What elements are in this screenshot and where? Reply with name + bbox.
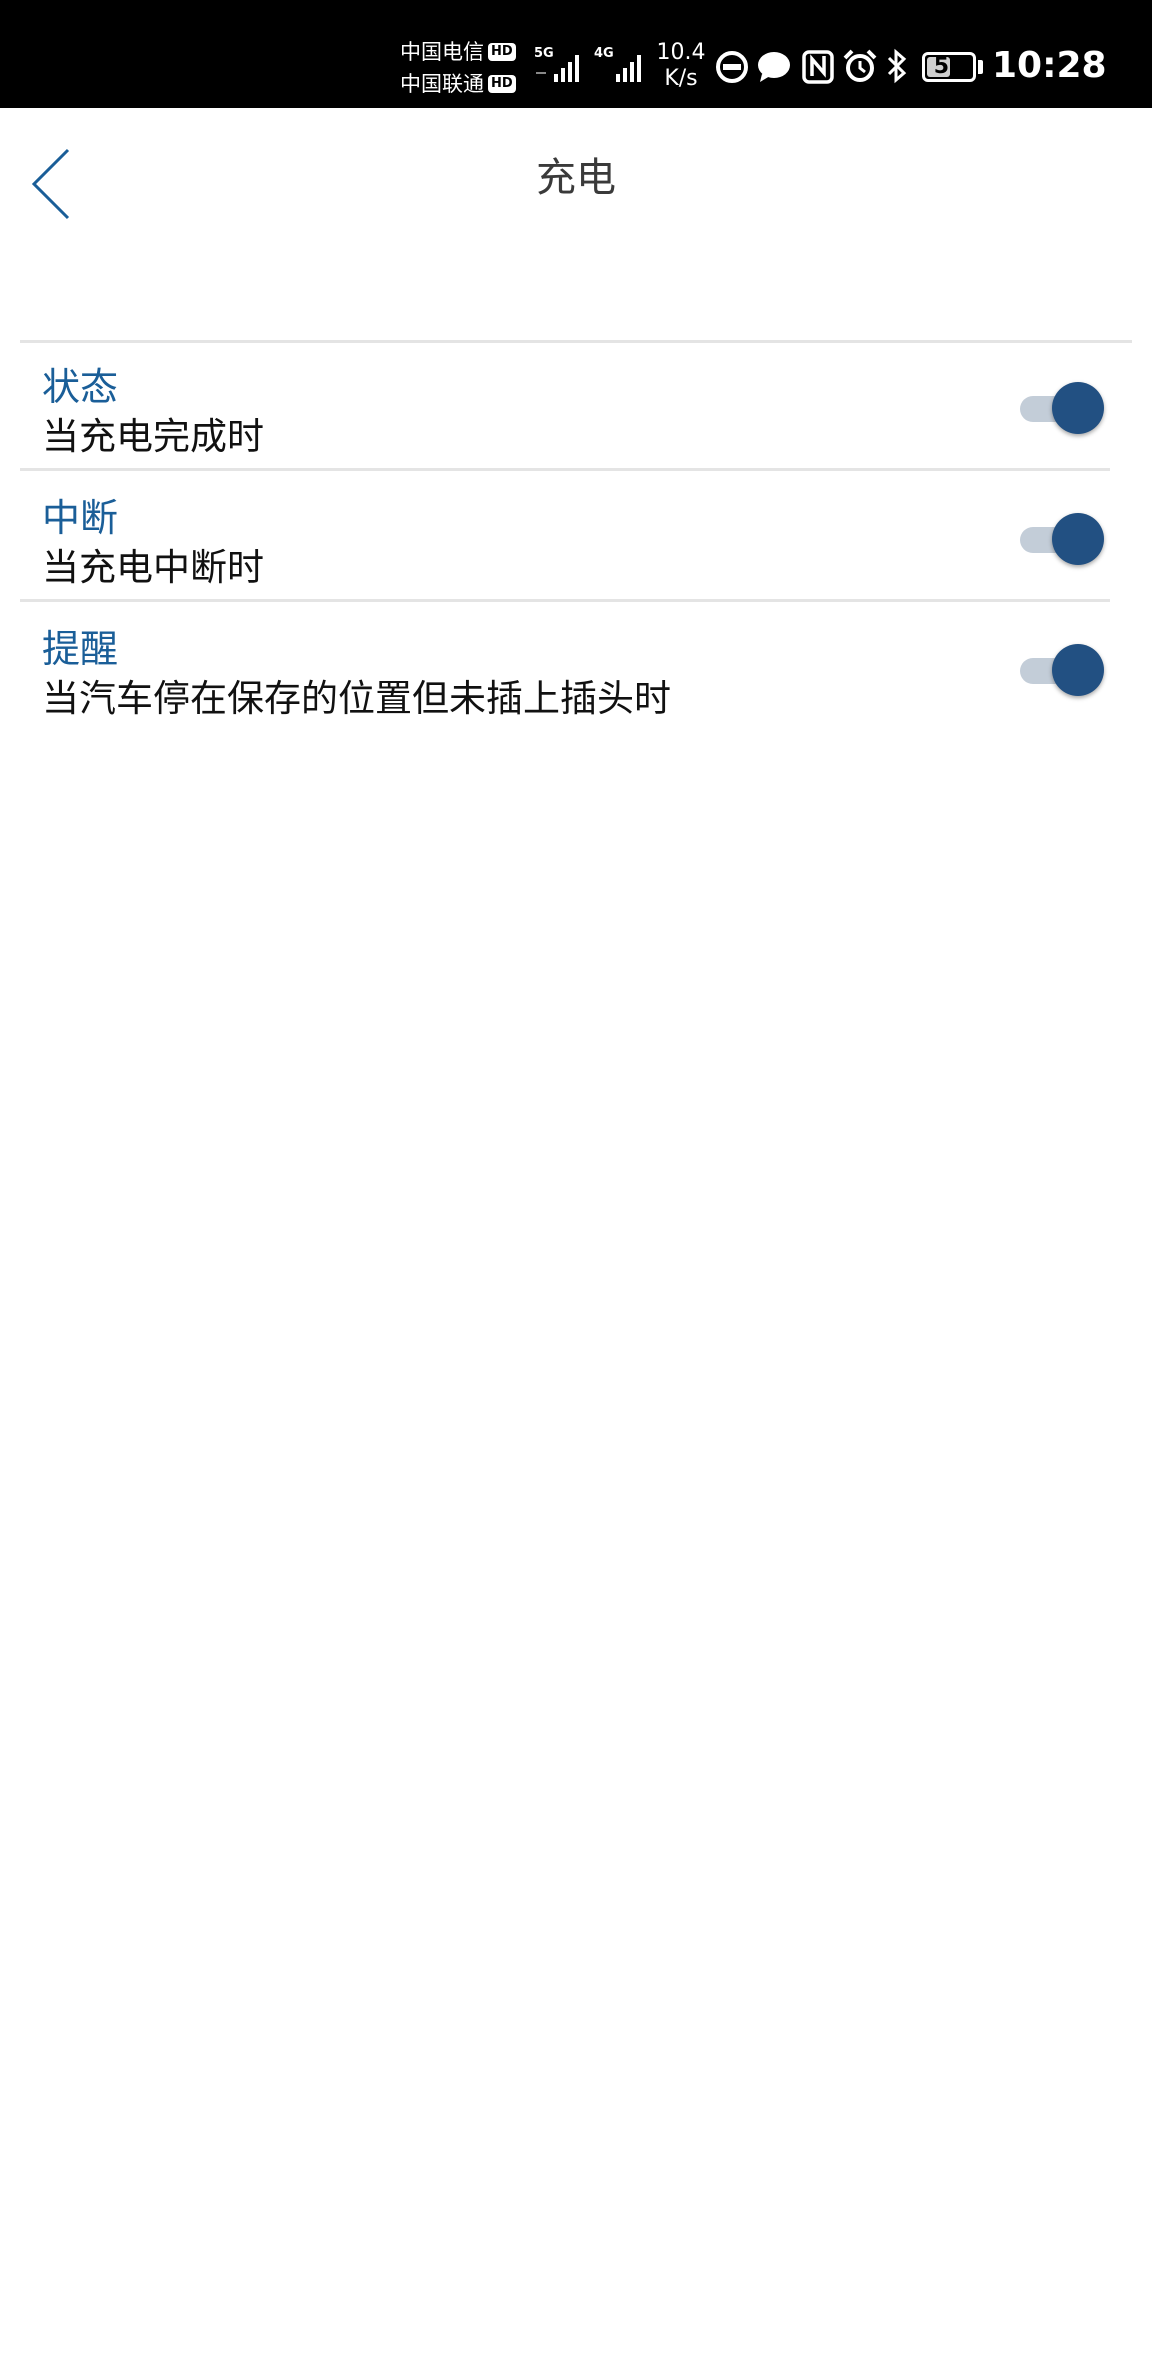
carrier-1: 中国电信 (400, 40, 484, 64)
hd-badge: HD (488, 75, 516, 93)
row-title: 状态 (42, 365, 119, 409)
clock: 10:28 (992, 45, 1107, 86)
hd-badge: HD (488, 43, 516, 61)
row-description: 当充电完成时 (42, 415, 264, 458)
network-type-label: 5G (534, 46, 554, 61)
battery-icon: 52 (922, 52, 976, 82)
alarm-icon (842, 46, 878, 86)
carrier-info: 中国电信 HD 中国联通 HD (400, 36, 530, 102)
settings-row-reminder: 提醒 当汽车停在保存的位置但未插上插头时 (20, 605, 1110, 733)
row-divider (20, 468, 1110, 471)
battery-level: 52 (933, 54, 965, 79)
settings-row-status: 状态 当充电完成时 (20, 343, 1110, 471)
carrier-2: 中国联通 (400, 72, 484, 96)
signal-5g-icon: 5G (532, 46, 590, 86)
settings-row-interrupt: 中断 当充电中断时 (20, 474, 1110, 602)
message-icon (756, 46, 792, 86)
signal-4g-icon: 4G (594, 46, 652, 86)
row-title: 提醒 (42, 627, 119, 671)
nfc-icon (800, 46, 836, 86)
battery-cap (978, 60, 983, 74)
network-type-label: 4G (594, 46, 614, 61)
interrupt-toggle[interactable] (1020, 511, 1104, 567)
status-bar: 中国电信 HD 中国联通 HD 5G 4G 10.4 K/s 52 10:28 (0, 0, 1152, 108)
status-toggle[interactable] (1020, 380, 1104, 436)
header: 充电 (0, 108, 1152, 232)
bluetooth-icon (882, 46, 912, 86)
row-title: 中断 (42, 496, 119, 540)
row-divider (20, 599, 1110, 602)
row-description: 当汽车停在保存的位置但未插上插头时 (42, 677, 671, 720)
network-speed: 10.4 K/s (656, 40, 706, 91)
reminder-toggle[interactable] (1020, 642, 1104, 698)
toggle-knob (1052, 382, 1104, 434)
toggle-knob (1052, 513, 1104, 565)
toggle-knob (1052, 644, 1104, 696)
app-notification-icon (714, 46, 750, 86)
row-description: 当充电中断时 (42, 546, 264, 589)
page-title: 充电 (536, 155, 616, 201)
